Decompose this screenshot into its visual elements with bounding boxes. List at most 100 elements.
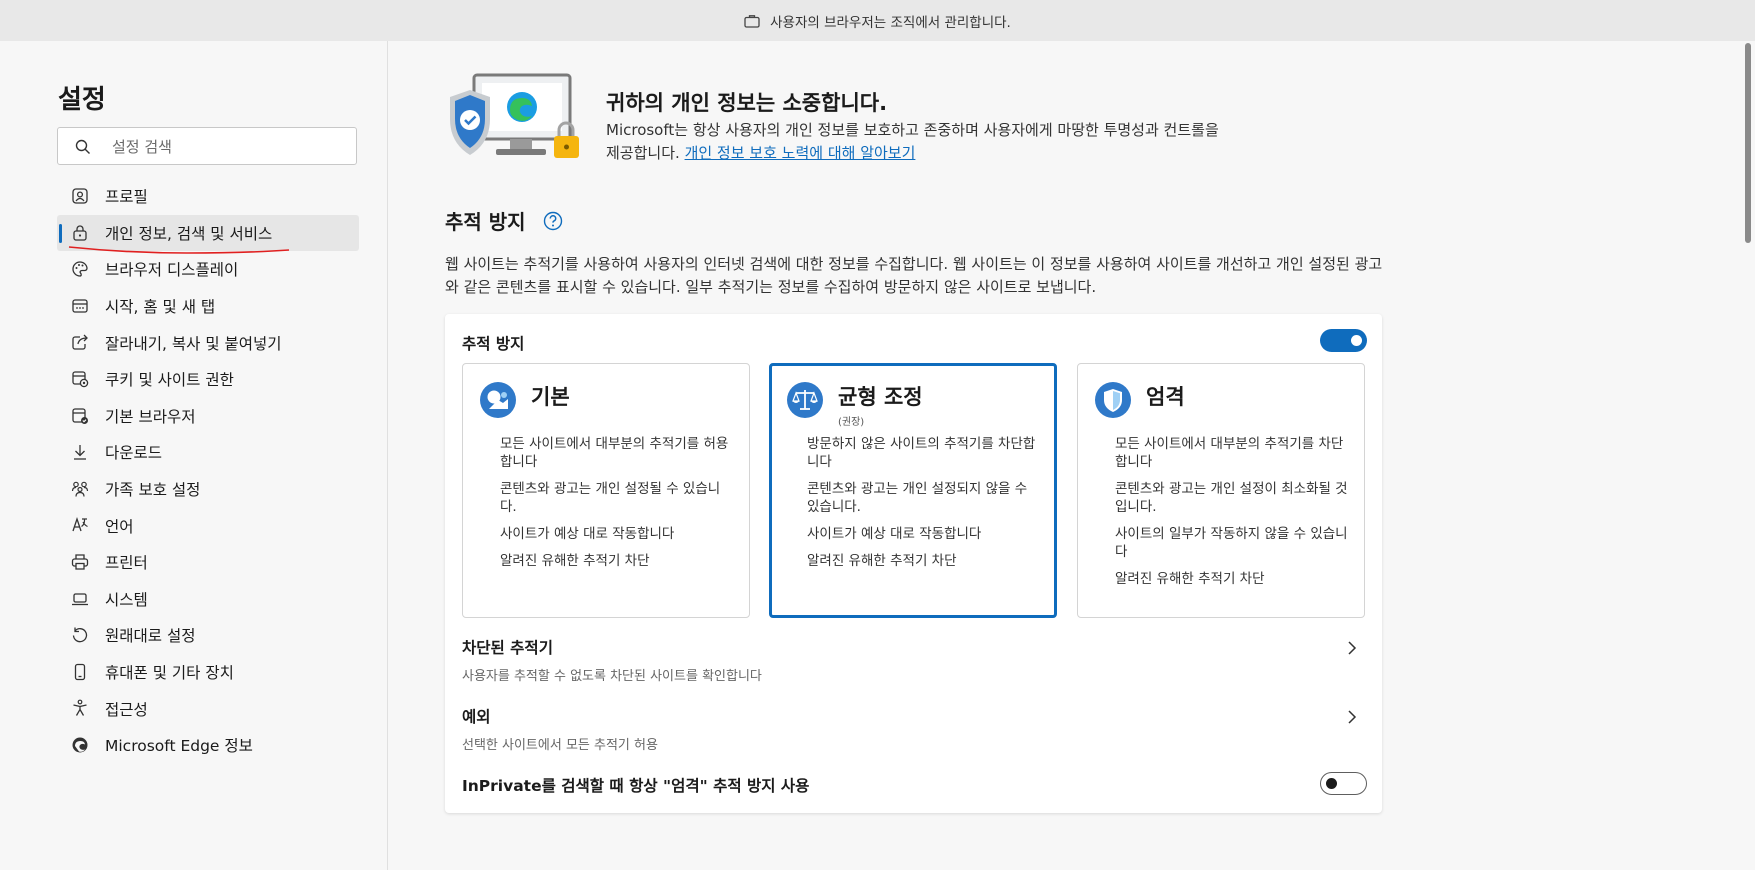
sidebar-item-appearance[interactable]: 브라우저 디스플레이 [57,251,359,288]
managed-browser-banner: 사용자의 브라우저는 조직에서 관리합니다. [0,0,1755,41]
option-title: 기본 [531,385,570,409]
sidebar-item-languages[interactable]: 언어 [57,507,359,544]
sidebar-item-printers[interactable]: 프린터 [57,544,359,581]
sidebar-item-label: 브라우저 디스플레이 [105,261,239,280]
sidebar-item-profile[interactable]: 프로필 [57,178,359,215]
tracking-prevention-heading-text: 추적 방지 [445,210,526,234]
tracking-card-title: 추적 방지 [462,335,525,353]
download-icon [74,445,86,460]
sidebar-item-accessibility[interactable]: 접근성 [57,690,359,727]
sidebar-item-label: 프린터 [105,554,148,573]
sidebar-item-label: 휴대폰 및 기타 장치 [105,664,234,683]
search-icon [75,139,90,154]
privacy-settings-main: 귀하의 개인 정보는 소중합니다. Microsoft는 항상 사용자의 개인 … [388,41,1743,870]
sidebar-item-label: 쿠키 및 사이트 권한 [105,371,234,390]
home-tab-icon [72,299,88,313]
option-bullet: 콘텐츠와 광고는 개인 설정이 최소화될 것입니다. [1115,481,1348,515]
basic-level-icon [480,382,516,418]
option-bullets: 모든 사이트에서 대부분의 추적기를 차단합니다 콘텐츠와 광고는 개인 설정이… [1115,435,1351,597]
balance-scale-icon [787,382,823,418]
sidebar-item-label: 가족 보호 설정 [105,481,201,500]
sidebar-item-start-home[interactable]: 시작, 홈 및 새 탭 [57,288,359,325]
exceptions-title: 예외 [462,708,491,726]
edge-logo-icon [72,737,88,753]
briefcase-icon [744,14,760,28]
option-bullets: 모든 사이트에서 대부분의 추적기를 허용합니다 콘텐츠와 광고는 개인 설정될… [500,435,736,579]
sidebar-item-label: 원래대로 설정 [105,627,196,646]
strict-shield-icon [1095,382,1131,418]
privacy-illustration-icon [450,73,579,158]
privacy-hero-description: Microsoft는 항상 사용자의 개인 정보를 보호하고 존중하며 사용자에… [606,119,1226,165]
settings-nav: 프로필 개인 정보, 검색 및 서비스 브라우저 디스플레이 시작, 홈 및 새… [57,178,359,764]
tracking-prevention-toggle[interactable] [1320,329,1367,352]
scrollbar-thumb[interactable] [1745,43,1751,243]
tracking-prevention-heading: 추적 방지 [445,206,563,235]
sidebar-item-label: 개인 정보, 검색 및 서비스 [105,224,273,243]
option-bullet: 사이트가 예상 대로 작동합니다 [500,526,675,542]
option-bullet: 모든 사이트에서 대부분의 추적기를 허용합니다 [500,436,729,470]
red-annotation-underline [68,246,290,254]
sidebar-item-cookies[interactable]: 쿠키 및 사이트 권한 [57,361,359,398]
option-bullet: 사이트의 일부가 작동하지 않을 수 있습니다 [1115,526,1348,560]
settings-title: 설정 [58,85,106,115]
exceptions-row[interactable]: 예외 선택한 사이트에서 모든 추적기 허용 [462,705,1367,753]
sidebar-item-label: 프로필 [105,188,148,207]
sidebar-item-label: Microsoft Edge 정보 [105,737,253,756]
option-title: 엄격 [1146,385,1185,409]
settings-search-input[interactable] [110,134,344,160]
default-browser-icon [72,407,88,424]
printer-icon [71,554,89,570]
sidebar-item-family[interactable]: 가족 보호 설정 [57,471,359,508]
family-icon [71,481,89,497]
cookie-permissions-icon [72,371,89,388]
option-bullet: 사이트가 예상 대로 작동합니다 [807,526,982,542]
managed-banner-text: 사용자의 브라우저는 조직에서 관리합니다. [770,14,1011,31]
option-bullet: 방문하지 않은 사이트의 추적기를 차단합니다 [807,436,1036,470]
sidebar-item-downloads[interactable]: 다운로드 [57,434,359,471]
sidebar-item-label: 언어 [105,517,134,536]
sidebar-item-label: 잘라내기, 복사 및 붙여넣기 [105,334,282,353]
option-recommended-label: (권장) [838,417,865,428]
sidebar-item-label: 기본 브라우저 [105,407,196,426]
option-bullet: 콘텐츠와 광고는 개인 설정되지 않을 수 있습니다. [807,481,1028,515]
tracking-option-basic[interactable]: 기본 모든 사이트에서 대부분의 추적기를 허용합니다 콘텐츠와 광고는 개인 … [462,363,750,618]
tracking-prevention-card: 추적 방지 기본 모든 사이트에서 대부분의 추적기를 허용합니다 콘텐츠와 광… [445,314,1382,813]
exceptions-desc: 선택한 사이트에서 모든 추적기 허용 [462,738,658,753]
sidebar-item-about-edge[interactable]: Microsoft Edge 정보 [57,727,359,764]
chevron-right-icon [1348,641,1357,655]
sidebar-item-label: 다운로드 [105,444,163,463]
blocked-trackers-desc: 사용자를 추적할 수 없도록 차단된 사이트를 확인합니다 [462,669,762,684]
privacy-learn-more-link[interactable]: 개인 정보 보호 노력에 대해 알아보기 [685,144,916,162]
tracking-option-balanced[interactable]: 균형 조정 (권장) 방문하지 않은 사이트의 추적기를 차단합니다 콘텐츠와 … [769,363,1057,618]
help-question-icon[interactable] [543,211,563,231]
blocked-trackers-title: 차단된 추적기 [462,639,553,657]
tracking-option-strict[interactable]: 엄격 모든 사이트에서 대부분의 추적기를 차단합니다 콘텐츠와 광고는 개인 … [1077,363,1365,618]
inprivate-strict-label: InPrivate를 검색할 때 항상 "엄격" 추적 방지 사용 [462,777,810,795]
inprivate-strict-row: InPrivate를 검색할 때 항상 "엄격" 추적 방지 사용 [462,774,1367,796]
reset-icon [72,627,88,643]
sidebar-item-system[interactable]: 시스템 [57,581,359,618]
option-bullets: 방문하지 않은 사이트의 추적기를 차단합니다 콘텐츠와 광고는 개인 설정되지… [807,435,1043,579]
sidebar-item-share-copy-paste[interactable]: 잘라내기, 복사 및 붙여넣기 [57,324,359,361]
inprivate-strict-toggle[interactable] [1320,772,1367,795]
laptop-icon [72,592,88,605]
sidebar-item-default-browser[interactable]: 기본 브라우저 [57,398,359,435]
sidebar-item-phone[interactable]: 휴대폰 및 기타 장치 [57,654,359,691]
page-scrollbar[interactable] [1745,41,1752,870]
sidebar-item-reset[interactable]: 원래대로 설정 [57,617,359,654]
share-icon [72,334,88,351]
palette-icon [72,261,88,277]
blocked-trackers-row[interactable]: 차단된 추적기 사용자를 추적할 수 없도록 차단된 사이트를 확인합니다 [462,636,1367,684]
option-bullet: 모든 사이트에서 대부분의 추적기를 차단합니다 [1115,436,1344,470]
settings-search-box[interactable] [57,127,357,165]
option-bullet: 알려진 유해한 추적기 차단 [500,553,650,569]
settings-sidebar: 설정 프로필 개인 정보, 검색 및 서비스 브라우저 디스플레이 시작, 홈 … [0,41,388,870]
sidebar-item-label: 시스템 [105,590,148,609]
phone-icon [74,663,86,680]
accessibility-icon [73,699,87,717]
chevron-right-icon [1348,710,1357,724]
option-bullet: 콘텐츠와 광고는 개인 설정될 수 있습니다. [500,481,721,515]
privacy-hero-title: 귀하의 개인 정보는 소중합니다. [606,91,888,115]
sidebar-item-label: 시작, 홈 및 새 탭 [105,298,216,317]
privacy-lock-icon [73,225,87,241]
